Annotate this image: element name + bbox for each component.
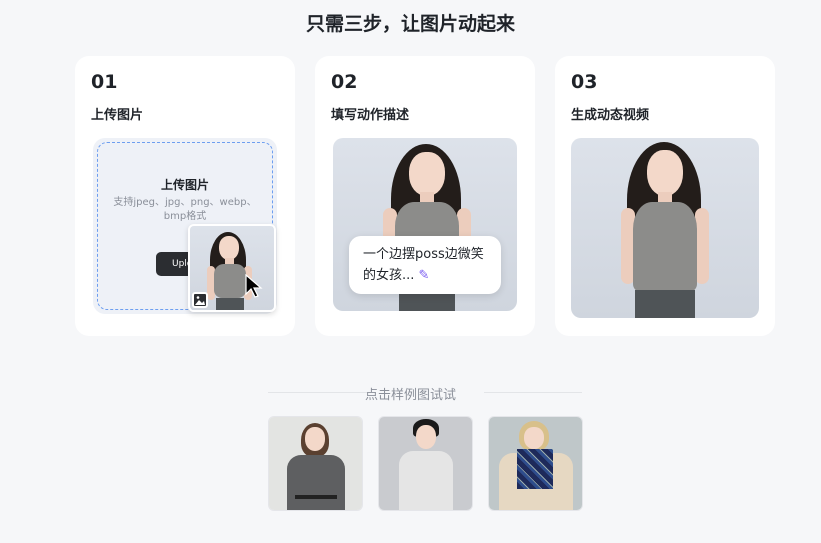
dragged-image-thumbnail [188, 224, 276, 312]
sample-image-2[interactable] [378, 416, 473, 511]
step-number: 03 [571, 71, 598, 93]
upload-hint: 支持jpeg、jpg、png、webp、bmp格式 [113, 197, 257, 222]
prompt-bubble: 一个边摆poss边微笑的女孩... ✎ [349, 236, 501, 294]
upload-title: 上传图片 [160, 178, 209, 192]
cursor-icon [245, 274, 263, 298]
step-title: 上传图片 [91, 108, 144, 123]
pen-icon: ✎ [418, 268, 430, 283]
sample-image-1[interactable] [268, 416, 363, 511]
step-card-upload: 01 上传图片 上传图片 支持jpeg、jpg、png、webp、bmp格式 U… [75, 56, 295, 336]
step-card-generate: 03 生成动态视频 [555, 56, 775, 336]
result-image [571, 138, 759, 318]
step-number: 01 [91, 71, 118, 93]
page-title: 只需三步，让图片动起来 [305, 13, 515, 35]
step-title: 生成动态视频 [571, 108, 650, 123]
sample-image-3[interactable] [488, 416, 583, 511]
step-number: 02 [331, 71, 358, 93]
image-icon [192, 292, 208, 308]
step-title: 填写动作描述 [331, 108, 410, 123]
sample-section-label: 点击样例图试试 [364, 388, 456, 403]
step-card-describe: 02 填写动作描述 一个边摆poss边微笑的女孩... ✎ [315, 56, 535, 336]
